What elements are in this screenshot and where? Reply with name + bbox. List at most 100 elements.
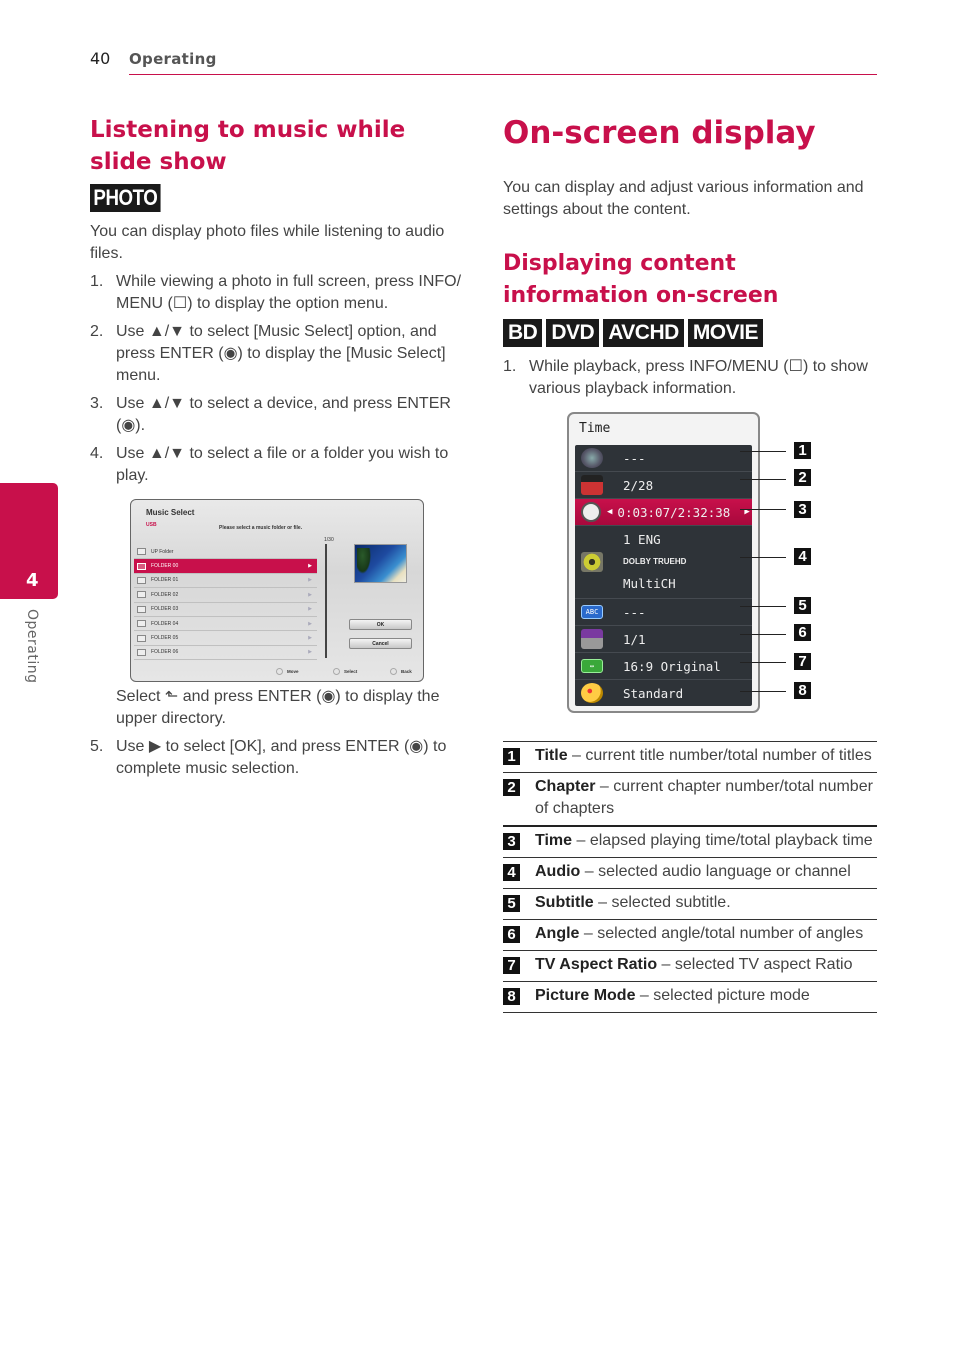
legend-row: 5 Subtitle – selected subtitle. — [503, 888, 877, 919]
slideshow-steps: 1. While viewing a photo in full screen, … — [90, 271, 470, 493]
arrow-left-icon[interactable]: ◀ — [607, 507, 612, 517]
chevron-right-icon: ▶ — [308, 591, 312, 598]
dolby-truehd-logo: DOLBY TRUEHD — [623, 557, 687, 566]
step-5: 5. Use ▶ to select [OK], and press ENTER … — [90, 736, 470, 786]
callout-line — [740, 557, 786, 558]
chevron-right-icon: ▶ — [308, 563, 312, 570]
osd-row-aspect[interactable]: ↔ 16:9 Original — [575, 653, 752, 680]
cancel-button[interactable]: Cancel — [349, 638, 412, 649]
aspect-ratio-icon: ↔ — [581, 659, 603, 673]
legend-row: 1 Title – current title number/total numb… — [503, 741, 877, 772]
section-heading-slideshow: Listening to music while slide show — [90, 117, 406, 175]
osd-legend: 1 Title – current title number/total numb… — [503, 741, 877, 1013]
osd-row-title[interactable]: --- — [575, 445, 752, 472]
callout-line — [740, 509, 786, 510]
music-folder-icon — [137, 605, 146, 613]
header-rule — [129, 74, 877, 75]
camera-angle-icon — [581, 629, 603, 649]
bd-badge: BD — [503, 319, 543, 347]
legend-row: 8 Picture Mode – selected picture mode — [503, 981, 877, 1013]
callout-line — [740, 479, 786, 480]
page-title: On-screen display — [503, 115, 816, 151]
footer-select: Select — [333, 668, 357, 675]
music-folder-icon — [137, 576, 146, 584]
section-title: Operating — [129, 50, 217, 68]
footer-back: Back — [390, 668, 412, 675]
list-item[interactable]: FOLDER 01 ▶ — [134, 574, 317, 589]
chevron-right-icon: ▶ — [308, 606, 312, 613]
dialog-title: Music Select — [146, 508, 195, 517]
osd-row-picture[interactable]: Standard — [575, 680, 752, 706]
music-select-dialog: Music Select USB Please select a music f… — [130, 499, 424, 682]
dialog-prompt: Please select a music folder or file. — [219, 525, 303, 531]
legend-row: 3 Time – elapsed playing time/total playb… — [503, 825, 877, 857]
osd-row-time[interactable]: ◀ 0:03:07/2:32:38 ▶ — [575, 499, 752, 526]
chapter-number: 4 — [26, 570, 39, 591]
footer-move: Move — [276, 668, 299, 675]
palette-icon — [581, 683, 603, 703]
osd-row-audio[interactable]: 1 ENG DOLBY TRUEHD MultiCH — [575, 526, 752, 599]
callout-3: 3 — [794, 501, 811, 518]
callout-line — [740, 662, 786, 663]
callout-4: 4 — [794, 548, 811, 565]
movie-badge: MOVIE — [687, 319, 763, 347]
osd-row-subtitle[interactable]: ABC --- — [575, 599, 752, 626]
step-item: 4. Use ▲/▼ to select a file or a folder y… — [90, 445, 449, 484]
legend-row: 4 Audio – selected audio language or chan… — [503, 857, 877, 888]
callout-5: 5 — [794, 597, 811, 614]
ok-button[interactable]: OK — [349, 619, 412, 630]
music-folder-icon — [137, 648, 146, 656]
callout-line — [740, 451, 786, 452]
film-reel-icon — [581, 448, 603, 468]
chapter-label: Operating — [24, 609, 40, 684]
chevron-right-icon: ▶ — [308, 620, 312, 627]
chevron-right-icon: ▶ — [308, 577, 312, 584]
callout-line — [740, 634, 786, 635]
step-item: 1. While viewing a photo in full screen, … — [90, 273, 462, 312]
item-count: 1/30 — [324, 537, 334, 543]
list-item-up-folder[interactable]: UP Folder — [134, 545, 317, 560]
music-folder-icon — [137, 620, 146, 628]
callout-8: 8 — [794, 682, 811, 699]
dvd-badge: DVD — [546, 319, 600, 347]
legend-row: 7 TV Aspect Ratio – selected TV aspect Ra… — [503, 950, 877, 981]
photo-badge: PHOTO — [90, 184, 161, 212]
enter-icon — [333, 668, 340, 675]
list-item[interactable]: FOLDER 05 ▶ — [134, 631, 317, 646]
step-item: 3. Use ▲/▼ to select a device, and press … — [90, 395, 451, 434]
legend-row: 6 Angle – selected angle/total number of … — [503, 919, 877, 950]
list-item[interactable]: FOLDER 02 ▶ — [134, 588, 317, 603]
slideshow-intro: You can display photo files while listen… — [90, 223, 445, 262]
clock-icon — [581, 502, 601, 522]
osd-row-chapter[interactable]: 2/28 — [575, 472, 752, 499]
step-item: 5. Use ▶ to select [OK], and press ENTER … — [90, 738, 447, 777]
folder-list: UP Folder FOLDER 00 ▶ FOLDER 01 ▶ FOLDER 0… — [134, 545, 317, 661]
list-scrollbar[interactable] — [325, 544, 327, 658]
avchd-badge: AVCHD — [603, 319, 684, 347]
legend-row: 2 Chapter – current chapter number/total … — [503, 772, 877, 825]
chevron-right-icon: ▶ — [308, 635, 312, 642]
step-item: 1. While playback, press INFO/MENU (☐) to… — [503, 358, 868, 397]
callout-1: 1 — [794, 442, 811, 459]
callout-line — [740, 606, 786, 607]
list-item[interactable]: FOLDER 03 ▶ — [134, 603, 317, 617]
osd-panel: --- 2/28 ◀ 0:03:07/2:32:38 ▶ 1 ENG DOLBY… — [575, 445, 752, 706]
callout-line — [740, 691, 786, 692]
device-label: USB — [146, 522, 157, 528]
callout-6: 6 — [794, 624, 811, 641]
osd-window: Time --- 2/28 ◀ 0:03:07/2:32:38 ▶ 1 ENG … — [567, 412, 760, 713]
thumbnail-palm-tree — [357, 548, 371, 574]
osd-intro: You can display and adjust various infor… — [503, 179, 864, 218]
format-badges: BD DVD AVCHD MOVIE — [503, 319, 763, 347]
osd-row-angle[interactable]: 1/1 — [575, 626, 752, 653]
music-folder-icon — [137, 591, 146, 599]
upper-directory-note: Select ⬑ and press ENTER (◉) to display … — [116, 688, 440, 727]
clapperboard-icon — [581, 475, 603, 495]
list-item[interactable]: FOLDER 00 ▶ — [134, 559, 317, 574]
step-item: 2. Use ▲/▼ to select [Music Select] optio… — [90, 323, 446, 384]
list-item[interactable]: FOLDER 06 ▶ — [134, 646, 317, 661]
speaker-icon — [581, 552, 603, 572]
chevron-right-icon: ▶ — [308, 649, 312, 656]
page-number: 40 — [90, 49, 111, 68]
list-item[interactable]: FOLDER 04 ▶ — [134, 617, 317, 632]
